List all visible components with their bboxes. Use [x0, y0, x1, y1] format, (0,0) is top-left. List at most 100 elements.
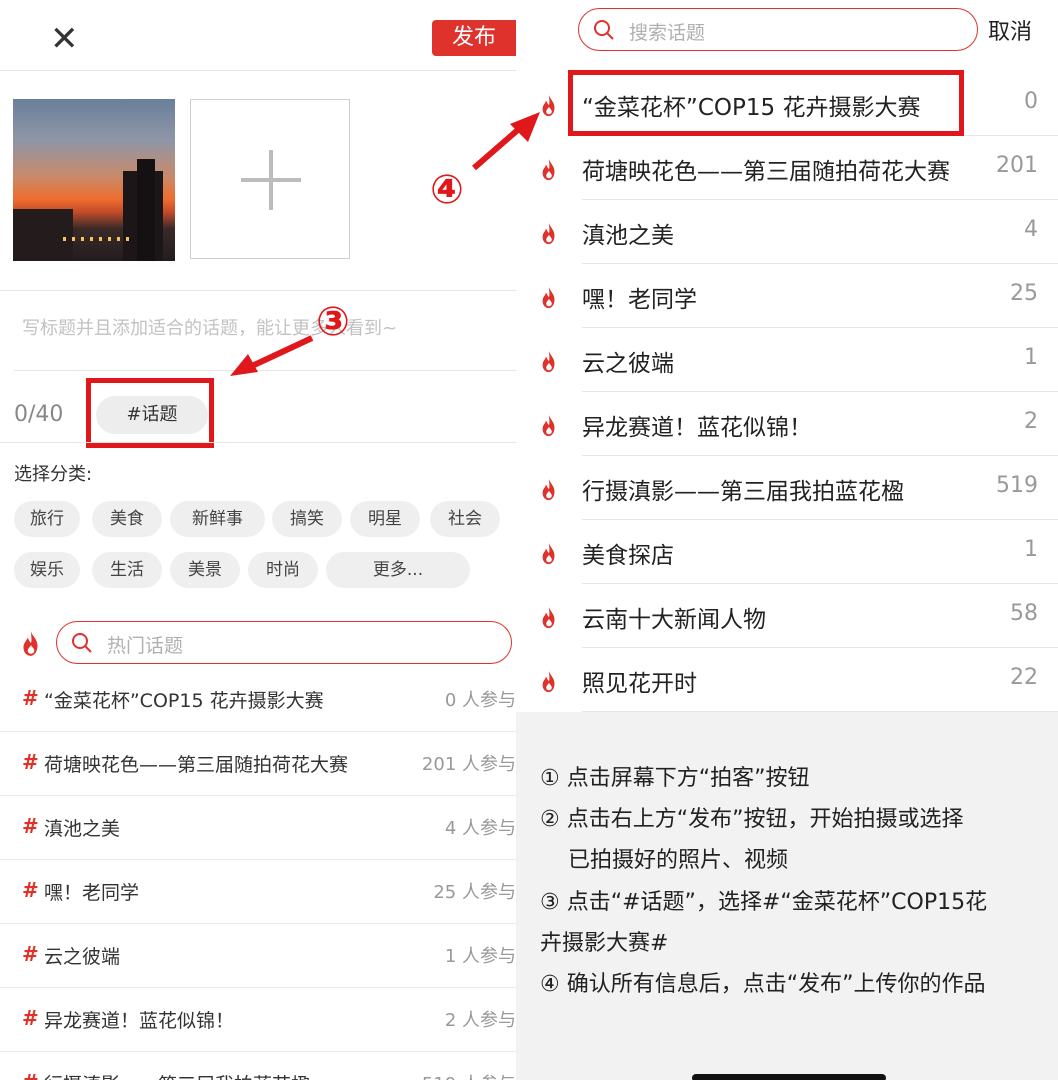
- category-chip[interactable]: 旅行: [14, 501, 80, 537]
- fire-icon: [542, 671, 555, 693]
- topic-count: 1: [1024, 537, 1038, 562]
- hot-topic-row[interactable]: # 滇池之美 4 人参与: [0, 796, 516, 860]
- hot-topic-count: 2 人参与: [444, 1010, 516, 1031]
- hot-topic-name: 嘿！老同学: [44, 882, 140, 904]
- topic-search-panel: 搜索话题 取消 “金菜花杯”COP15 花卉摄影大赛 0 荷塘映花色——第三届随拍荷…: [516, 0, 1058, 1080]
- topic-name: 嘿！老同学: [582, 287, 697, 313]
- fire-icon: [542, 543, 555, 565]
- hot-topic-count: 25 人参与: [433, 882, 516, 903]
- hot-topic-name: 云之彼端: [44, 946, 121, 968]
- topic-row[interactable]: 美食探店 1: [516, 520, 1058, 584]
- hot-topic-row[interactable]: # 嘿！老同学 25 人参与: [0, 860, 516, 924]
- step-4-marker: ④: [430, 167, 464, 213]
- instruction-line: ③ 点击“#话题”，选择#“金菜花杯”COP15花: [540, 890, 988, 915]
- search-placeholder: 搜索话题: [629, 22, 706, 44]
- topic-name: 滇池之美: [582, 223, 674, 249]
- hot-topic-count: 0 人参与: [444, 690, 516, 711]
- highlight-box-step4: [568, 70, 964, 136]
- category-chip[interactable]: 明星: [350, 501, 420, 537]
- hot-topic-row[interactable]: # 异龙赛道！蓝花似锦！ 2 人参与: [0, 988, 516, 1052]
- hot-topic-search-input[interactable]: 热门话题: [56, 621, 512, 664]
- hot-topic-name: 滇池之美: [44, 818, 121, 840]
- hot-topic-row[interactable]: # “金菜花杯”COP15 花卉摄影大赛 0 人参与: [0, 668, 516, 732]
- topic-row[interactable]: 照见花开时 22: [516, 648, 1058, 712]
- hot-topic-count: 519 人参与: [422, 1070, 516, 1080]
- divider: [0, 442, 516, 443]
- hot-topic-name: 荷塘映花色——第三届随拍荷花大赛: [44, 754, 349, 776]
- close-icon[interactable]: ✕: [50, 22, 79, 56]
- topic-row[interactable]: 滇池之美 4: [516, 200, 1058, 264]
- instruction-line: 已拍摄好的照片、视频: [568, 848, 789, 873]
- hot-topic-row[interactable]: # 云之彼端 1 人参与: [0, 924, 516, 988]
- topic-row[interactable]: 云之彼端 1: [516, 328, 1058, 392]
- arrow-icon: [230, 335, 314, 376]
- category-chip[interactable]: 时尚: [248, 552, 318, 588]
- topic-row[interactable]: 行摄滇影——第三届我拍蓝花楹 519: [516, 456, 1058, 520]
- hash-icon: #: [22, 878, 39, 902]
- fire-icon: [542, 479, 555, 501]
- fire-icon: [542, 351, 555, 373]
- instruction-line: ④ 确认所有信息后，点击“发布”上传你的作品: [540, 972, 986, 997]
- cancel-button[interactable]: 取消: [988, 14, 1032, 46]
- fire-icon: [542, 607, 555, 629]
- publish-button[interactable]: 发布: [432, 20, 516, 56]
- category-chip[interactable]: 美景: [170, 552, 240, 588]
- hash-icon: #: [22, 942, 39, 966]
- category-chip[interactable]: 社会: [430, 501, 500, 537]
- instruction-line: 卉摄影大赛#: [540, 931, 669, 956]
- hot-topic-name: 行摄滇影——第三届我拍蓝花楹: [44, 1070, 310, 1080]
- topic-name: 异龙赛道！蓝花似锦！: [582, 415, 812, 441]
- hot-topic-name: “金菜花杯”COP15 花卉摄影大赛: [44, 690, 324, 712]
- search-placeholder: 热门话题: [107, 635, 184, 657]
- topic-count: 25: [1010, 281, 1038, 306]
- topic-name: 云之彼端: [582, 351, 674, 377]
- plus-icon: [269, 150, 273, 210]
- topic-count: 58: [1010, 601, 1038, 626]
- photo-building: [13, 209, 73, 261]
- category-more-chip[interactable]: 更多...: [326, 552, 470, 588]
- fire-icon: [23, 631, 38, 656]
- category-chip[interactable]: 娱乐: [14, 552, 80, 588]
- topic-count: 201: [996, 153, 1038, 178]
- fire-icon: [542, 287, 555, 309]
- instruction-line: ② 点击右上方“发布”按钮，开始拍摄或选择: [540, 807, 964, 832]
- search-icon: [72, 633, 92, 653]
- home-indicator: [692, 1074, 886, 1080]
- category-chip[interactable]: 美食: [92, 501, 162, 537]
- hot-topic-count: 4 人参与: [444, 818, 516, 839]
- hot-topic-count: 1 人参与: [444, 946, 516, 967]
- divider: [0, 70, 516, 71]
- hot-topic-row[interactable]: # 行摄滇影——第三届我拍蓝花楹 519 人参与: [0, 1052, 516, 1080]
- publish-panel: ✕ 发布 写标题并且添加适合的话题，能让更多人看到~ 0/40 #话题 选择分类…: [0, 0, 516, 1080]
- topic-row[interactable]: 云南十大新闻人物 58: [516, 584, 1058, 648]
- topic-row[interactable]: 嘿！老同学 25: [516, 264, 1058, 328]
- topic-count: 2: [1024, 409, 1038, 434]
- char-counter: 0/40: [14, 402, 64, 427]
- category-chip[interactable]: 生活: [92, 552, 162, 588]
- topic-search-input[interactable]: 搜索话题: [578, 8, 978, 51]
- hot-topic-count: 201 人参与: [421, 754, 516, 775]
- category-chip[interactable]: 新鲜事: [170, 501, 265, 537]
- photo-city-lights: [63, 237, 133, 241]
- hash-icon: #: [22, 814, 39, 838]
- topic-name: 行摄滇影——第三届我拍蓝花楹: [582, 479, 904, 505]
- topic-name: 荷塘映花色——第三届随拍荷花大赛: [582, 159, 950, 185]
- selected-photo-thumbnail[interactable]: [13, 99, 175, 261]
- topic-count: 519: [996, 473, 1038, 498]
- step-3-marker: ③: [316, 299, 350, 345]
- highlight-box-step3: [86, 378, 214, 448]
- category-chip[interactable]: 搞笑: [272, 501, 342, 537]
- arrow-icon: [472, 112, 540, 171]
- hot-topic-row[interactable]: # 荷塘映花色——第三届随拍荷花大赛 201 人参与: [0, 732, 516, 796]
- topic-count: 0: [1024, 89, 1038, 114]
- fire-icon: [542, 223, 555, 245]
- hot-topic-name: 异龙赛道！蓝花似锦！: [44, 1010, 235, 1032]
- topic-row[interactable]: 异龙赛道！蓝花似锦！ 2: [516, 392, 1058, 456]
- hash-icon: #: [22, 750, 39, 774]
- topic-row[interactable]: 荷塘映花色——第三届随拍荷花大赛 201: [516, 136, 1058, 200]
- topic-name: 照见花开时: [582, 671, 697, 697]
- topic-count: 22: [1010, 665, 1038, 690]
- add-photo-button[interactable]: [190, 99, 350, 259]
- category-label: 选择分类:: [14, 464, 93, 485]
- search-icon: [594, 20, 614, 40]
